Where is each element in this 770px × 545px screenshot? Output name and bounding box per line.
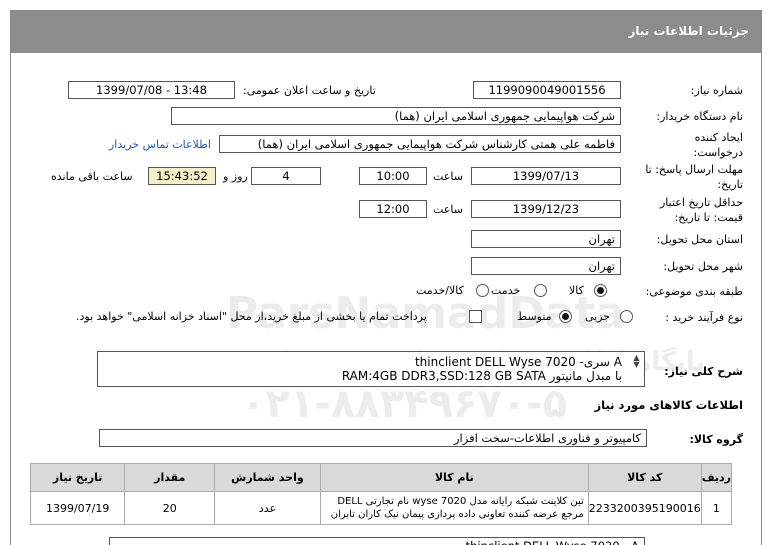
process-radio-medium[interactable]	[559, 310, 572, 323]
need-number-label: شماره نیاز:	[690, 84, 743, 97]
creator-label-text: ایجاد کننده درخواست:	[693, 131, 743, 159]
cell-row: 1	[700, 491, 733, 525]
header-code: کد کالا	[587, 463, 702, 492]
process-option-minor: جزیی	[585, 310, 611, 323]
panel-title: جزئیات اطلاعات نیاز	[628, 24, 749, 38]
cell-qty: 20	[124, 491, 216, 525]
need-number-field: 1199090049001556	[473, 81, 621, 99]
price-validity-date-field: 1399/12/23	[471, 200, 621, 218]
watermark-phone: ۰۲۱-۸۸۳۴۹۶۷۰-۵	[241, 381, 568, 427]
buyer-label: نام دستگاه خریدار:	[656, 110, 743, 123]
process-label: نوع فرآیند خرید :	[665, 311, 743, 324]
city-field: تهران	[471, 257, 621, 275]
announce-date-label: تاریخ و ساعت اعلان عمومی:	[243, 84, 376, 97]
cell-name-line-2: مرجع عرضه کننده تعاونی داده پردازی پیمان…	[330, 509, 584, 520]
cell-unit: عدد	[214, 491, 321, 525]
description-label: شرح کلی نیاز:	[664, 365, 743, 378]
creator-label: ایجاد کننده درخواست:	[643, 130, 743, 160]
header-row: ردیف	[700, 463, 733, 492]
cell-date: 1399/07/19	[29, 491, 126, 525]
deadline-time-field: 10:00	[359, 167, 427, 185]
treasury-payment-note: پرداخت تمام یا بخشی از مبلغ خرید،از محل …	[76, 310, 427, 323]
scroll-arrows-icon[interactable]: ▲ ▼	[632, 354, 641, 369]
remaining-time-field: 15:43:52	[148, 167, 216, 185]
price-validity-time-field: 12:00	[359, 200, 427, 218]
announce-date-field: 1399/07/08 - 13:48	[68, 81, 235, 99]
category-radio-goods-service[interactable]	[476, 284, 489, 297]
treasury-payment-checkbox[interactable]	[469, 310, 482, 323]
days-count-field: 4	[251, 167, 321, 185]
province-field: تهران	[471, 230, 621, 248]
process-radio-minor[interactable]	[620, 310, 633, 323]
item-description-box: thinclient DELL Wyse 7020 - A	[109, 537, 645, 545]
category-radio-goods[interactable]	[594, 284, 607, 297]
cell-name: تین کلاینت شبکه رایانه مدل wyse 7020 نام…	[319, 491, 589, 525]
description-line-1: thinclient DELL Wyse 7020 -سری A	[414, 355, 622, 369]
city-label: شهر محل تحویل:	[663, 260, 743, 273]
remaining-time-label: ساعت باقی مانده	[51, 170, 133, 183]
category-option-goods-service: کالا/خدمت	[416, 284, 464, 297]
deadline-date-field: 1399/07/13	[471, 167, 621, 185]
province-label: استان محل تحویل:	[656, 233, 743, 246]
header-name: نام کالا	[319, 463, 589, 492]
description-textarea[interactable]: ▲ ▼ thinclient DELL Wyse 7020 -سری A RAM:…	[97, 351, 645, 387]
category-label: طبقه بندی موضوعی:	[645, 285, 743, 298]
deadline-time-label: ساعت	[433, 170, 463, 183]
table-header-row: تاریخ نیاز مقدار واحد شمارش نام کالا کد …	[29, 463, 733, 492]
table-row[interactable]: 1399/07/19 20 عدد تین کلاینت شبکه رایانه…	[29, 491, 733, 525]
category-radio-service[interactable]	[534, 284, 547, 297]
days-label: روز و	[223, 170, 248, 183]
price-validity-time-label: ساعت	[433, 203, 463, 216]
header-qty: مقدار	[124, 463, 216, 492]
goods-group-label: گروه کالا:	[689, 433, 743, 446]
header-unit: واحد شمارش	[214, 463, 321, 492]
cell-code: 2233200395190016	[587, 491, 702, 525]
process-option-medium: متوسط	[517, 310, 552, 323]
price-validity-label: حداقل تاریخ اعتبار قیمت: تا تاریخ:	[643, 195, 743, 225]
buyer-field: شرکت هواپیمایی جمهوری اسلامی ایران (هما)	[171, 107, 621, 125]
panel-title-bar: جزئیات اطلاعات نیاز	[11, 11, 761, 53]
deadline-label: مهلت ارسال پاسخ: تا تاریخ:	[643, 162, 743, 192]
deadline-label-text: مهلت ارسال پاسخ: تا تاریخ:	[645, 163, 743, 191]
goods-table: تاریخ نیاز مقدار واحد شمارش نام کالا کد …	[29, 463, 733, 525]
price-validity-label-text: حداقل تاریخ اعتبار قیمت: تا تاریخ:	[659, 196, 743, 224]
description-line-2: RAM:4GB DDR3,SSD:128 GB SATA با مبدل مان…	[341, 369, 622, 383]
buyer-contact-link[interactable]: اطلاعات تماس خریدار	[109, 138, 211, 151]
goods-group-field: کامپیوتر و فناوری اطلاعات-سخت افزار	[99, 429, 647, 447]
header-date: تاریخ نیاز	[29, 463, 126, 492]
category-option-goods: کالا	[569, 284, 584, 297]
category-option-service: خدمت	[491, 284, 521, 297]
cell-name-line-1: تین کلاینت شبکه رایانه مدل wyse 7020 نام…	[337, 496, 584, 507]
need-details-panel: جزئیات اطلاعات نیاز ParsNamadData پایگاه…	[10, 10, 762, 545]
creator-field: فاطمه علی همتی کارشناس شرکت هواپیمایی جم…	[219, 135, 621, 153]
goods-section-title: اطلاعات کالاهای مورد نیاز	[594, 398, 743, 412]
